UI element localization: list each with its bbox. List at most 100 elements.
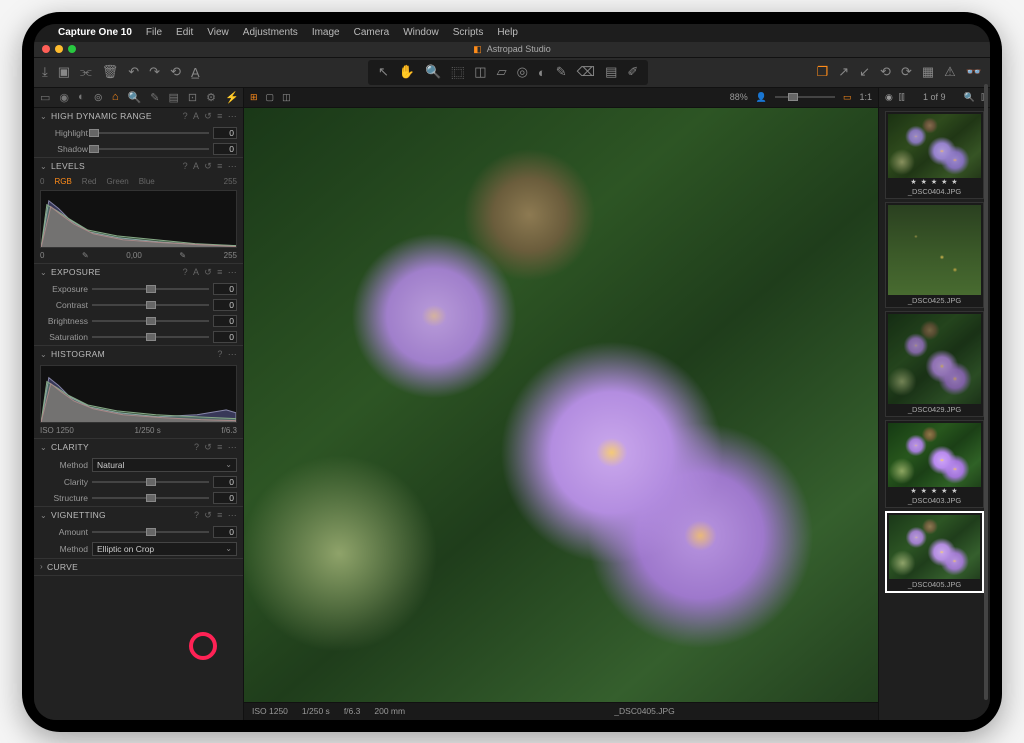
auto-icon[interactable]: A — [193, 267, 199, 278]
curve-section-header[interactable]: › CURVE — [34, 559, 243, 575]
thumbnail-item[interactable]: ★ ★ ★ ★ ★_DSC0403.JPG — [885, 420, 984, 508]
rotate-left-icon[interactable]: ⟲ — [880, 64, 891, 80]
thumbnail-item[interactable]: _DSC0429.JPG — [885, 311, 984, 417]
rating-stars[interactable]: ★ ★ ★ ★ ★ — [888, 488, 981, 496]
auto-icon[interactable]: A — [193, 161, 199, 172]
details-tab-icon[interactable]: 🔍 — [128, 91, 142, 104]
help-icon[interactable]: ? — [183, 267, 188, 278]
single-view-icon[interactable]: ▢ — [266, 92, 275, 103]
preset-icon[interactable]: ≡ — [217, 442, 223, 453]
adjust-tab-icon[interactable]: ✎ — [150, 91, 159, 104]
grid-icon[interactable]: ▦ — [922, 64, 934, 80]
thumbnail-item[interactable]: _DSC0425.JPG — [885, 202, 984, 308]
library-tab-icon[interactable]: ▭ — [40, 91, 50, 104]
preset-icon[interactable]: ≡ — [217, 267, 223, 278]
vignette-method-dropdown[interactable]: Elliptic on Crop — [92, 542, 237, 556]
menu-adjustments[interactable]: Adjustments — [243, 27, 298, 38]
eyedropper-white-icon[interactable]: ✎ — [179, 251, 186, 260]
pointer-tool-icon[interactable]: ↖ — [378, 64, 389, 80]
shadow-value[interactable]: 0 — [213, 143, 237, 155]
grid-view-icon[interactable]: ⊞ — [250, 92, 258, 103]
help-icon[interactable]: ? — [194, 510, 199, 521]
clarity-slider[interactable] — [92, 477, 209, 487]
minimize-window-button[interactable] — [55, 45, 63, 53]
color-tab-icon[interactable]: ◐ — [78, 91, 85, 103]
warning-icon[interactable]: ⚠ — [944, 64, 956, 80]
highlight-value[interactable]: 0 — [213, 127, 237, 139]
contrast-slider[interactable] — [92, 300, 209, 310]
viewer-image[interactable] — [244, 108, 878, 702]
import-icon[interactable]: ⤓ — [42, 64, 48, 80]
rotate-ccw-icon[interactable]: ⟲ — [170, 64, 181, 80]
exposure-slider[interactable] — [92, 284, 209, 294]
structure-value[interactable]: 0 — [213, 492, 237, 504]
help-icon[interactable]: ? — [194, 442, 199, 453]
brightness-slider[interactable] — [92, 316, 209, 326]
levels-blue-tab[interactable]: Blue — [139, 177, 155, 186]
clarity-method-dropdown[interactable]: Natural — [92, 458, 237, 472]
keystone-tool-icon[interactable]: ▱ — [497, 64, 507, 80]
mask-tool-icon[interactable]: ◐ — [538, 65, 546, 80]
histogram-section-header[interactable]: ⌄ HISTOGRAM ?⋯ — [34, 346, 243, 363]
preview-icon[interactable]: 👓 — [966, 64, 982, 80]
process-icon[interactable]: ↙ — [859, 64, 870, 80]
highlight-slider[interactable] — [92, 128, 209, 138]
app-name[interactable]: Capture One 10 — [58, 27, 132, 38]
thumbnail-item-selected[interactable]: _DSC0405.JPG — [885, 511, 984, 593]
more-icon[interactable]: ⋯ — [228, 161, 237, 172]
meta-tab-icon[interactable]: ▤ — [168, 91, 178, 104]
vignette-amount-slider[interactable] — [92, 527, 209, 537]
preset-icon[interactable]: ≡ — [217, 161, 223, 172]
exposure-section-header[interactable]: ⌄ EXPOSURE ?A↺≡⋯ — [34, 264, 243, 281]
reset-icon[interactable]: ↺ — [204, 267, 212, 278]
mask-icon[interactable]: ◉ — [885, 92, 893, 103]
link-icon[interactable]: ⫘ — [80, 64, 92, 80]
structure-slider[interactable] — [92, 493, 209, 503]
menu-help[interactable]: Help — [497, 27, 518, 38]
zoom-slider[interactable] — [775, 92, 835, 102]
batch-tab-icon[interactable]: ⚙ — [206, 91, 216, 104]
spot-tool-icon[interactable]: ◎ — [517, 64, 528, 80]
adjustments-icon[interactable]: ⫿⫿ — [899, 92, 905, 103]
saturation-slider[interactable] — [92, 332, 209, 342]
redo-icon[interactable]: ↷ — [149, 64, 160, 80]
hand-tool-icon[interactable]: ✋ — [399, 64, 415, 80]
copy-adjustments-icon[interactable]: ❐ — [817, 64, 829, 80]
help-icon[interactable]: ? — [217, 349, 222, 360]
capture-tab-icon[interactable]: ◉ — [59, 91, 69, 104]
zoom-window-button[interactable] — [68, 45, 76, 53]
levels-mid-val[interactable]: 0,00 — [126, 251, 142, 260]
search-icon[interactable]: 🔍 — [964, 92, 975, 103]
preset-icon[interactable]: ≡ — [217, 111, 223, 122]
menu-edit[interactable]: Edit — [176, 27, 193, 38]
menu-camera[interactable]: Camera — [354, 27, 390, 38]
exposure-value[interactable]: 0 — [213, 283, 237, 295]
more-icon[interactable]: ⋯ — [228, 267, 237, 278]
trash-icon[interactable]: 🗑 — [102, 64, 119, 80]
more-icon[interactable]: ⋯ — [228, 349, 237, 360]
reset-icon[interactable]: ↺ — [204, 442, 212, 453]
quick-tab-icon[interactable]: ⚡ — [225, 91, 239, 104]
camera-icon[interactable]: ▣ — [58, 64, 70, 80]
close-window-button[interactable] — [42, 45, 50, 53]
auto-icon[interactable]: A — [193, 111, 199, 122]
more-icon[interactable]: ⋯ — [228, 442, 237, 453]
apply-adjustments-icon[interactable]: ↗ — [838, 64, 849, 80]
lens-tab-icon[interactable]: ⊚ — [94, 91, 103, 104]
levels-left-val[interactable]: 0 — [40, 251, 44, 260]
reset-icon[interactable]: ↺ — [204, 510, 212, 521]
help-icon[interactable]: ? — [183, 161, 188, 172]
reset-icon[interactable]: ↺ — [204, 111, 212, 122]
picker-tool-icon[interactable]: ✐ — [627, 64, 638, 80]
levels-red-tab[interactable]: Red — [82, 177, 97, 186]
vignette-section-header[interactable]: ⌄ VIGNETTING ?↺≡⋯ — [34, 507, 243, 524]
levels-right-val[interactable]: 255 — [224, 251, 237, 260]
gradient-tool-icon[interactable]: ▤ — [605, 64, 617, 80]
undo-icon[interactable]: ↶ — [128, 64, 139, 80]
eraser-tool-icon[interactable]: ⌫ — [577, 64, 595, 80]
brightness-value[interactable]: 0 — [213, 315, 237, 327]
crop-tool-icon[interactable]: ⿴ — [451, 63, 464, 82]
levels-rgb-tab[interactable]: RGB — [54, 177, 71, 186]
person-icon[interactable]: 👤 — [756, 92, 767, 103]
reset-icon[interactable]: ↺ — [204, 161, 212, 172]
